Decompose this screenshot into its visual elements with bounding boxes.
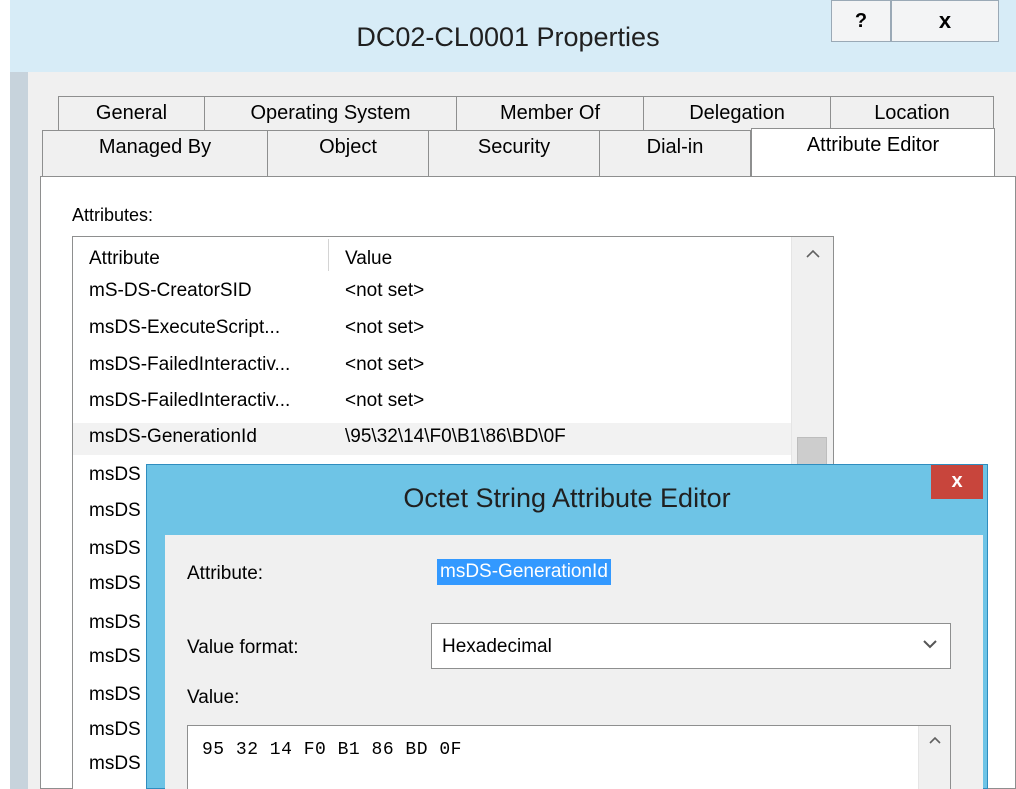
- column-header-attribute[interactable]: Attribute: [89, 248, 160, 270]
- window-frame-left: [10, 72, 28, 789]
- tab-security[interactable]: Security: [428, 130, 600, 176]
- tab-location[interactable]: Location: [830, 96, 994, 130]
- tab-member-of[interactable]: Member Of: [456, 96, 644, 130]
- table-row[interactable]: mS-DS-CreatorSID <not set>: [73, 277, 793, 309]
- attribute-value: <not set>: [345, 317, 425, 338]
- column-divider[interactable]: [328, 239, 329, 271]
- attribute-name: msDS: [89, 719, 141, 740]
- value-text: 95 32 14 F0 B1 86 BD 0F: [202, 740, 462, 760]
- attribute-value: \95\32\14\F0\B1\86\BD\0F: [345, 426, 566, 447]
- chevron-up-icon[interactable]: [919, 732, 950, 748]
- tab-object[interactable]: Object: [267, 130, 429, 176]
- tab-general[interactable]: General: [58, 96, 205, 130]
- table-row[interactable]: msDS-FailedInteractiv... <not set>: [73, 351, 793, 383]
- tab-managed-by[interactable]: Managed By: [42, 130, 268, 176]
- background-window-edge: [0, 0, 10, 789]
- attribute-value: <not set>: [345, 280, 425, 301]
- attribute-name: mS-DS-CreatorSID: [89, 280, 252, 301]
- attribute-name: msDS: [89, 684, 141, 705]
- attribute-name: msDS: [89, 753, 141, 774]
- chevron-up-icon[interactable]: [792, 237, 833, 273]
- scroll-up-arrow: [805, 249, 820, 258]
- attribute-name: msDS: [89, 573, 141, 594]
- attribute-name: msDS-FailedInteractiv...: [89, 354, 291, 375]
- close-button[interactable]: x: [891, 0, 999, 42]
- attribute-label: Attribute:: [187, 563, 264, 584]
- help-button[interactable]: ?: [831, 0, 891, 42]
- table-row[interactable]: msDS-FailedInteractiv... <not set>: [73, 387, 793, 419]
- value-label: Value:: [187, 687, 240, 708]
- value-textarea[interactable]: 95 32 14 F0 B1 86 BD 0F: [187, 725, 951, 789]
- dropdown-arrow: [923, 640, 937, 649]
- attributes-label: Attributes:: [72, 205, 154, 225]
- value-format-selected: Hexadecimal: [442, 636, 552, 657]
- attribute-name: msDS: [89, 538, 141, 559]
- value-scrollbar[interactable]: [918, 726, 950, 789]
- attribute-name: msDS: [89, 500, 141, 521]
- attribute-name: msDS-ExecuteScript...: [89, 317, 281, 338]
- attribute-name: msDS: [89, 646, 141, 667]
- table-row-selected[interactable]: msDS-GenerationId \95\32\14\F0\B1\86\BD\0…: [73, 423, 793, 455]
- tab-delegation[interactable]: Delegation: [643, 96, 831, 130]
- dialog-body: Attribute: msDS-GenerationId Value forma…: [165, 535, 983, 789]
- attribute-name: msDS-GenerationId: [89, 426, 257, 447]
- attribute-name: msDS-FailedInteractiv...: [89, 390, 291, 411]
- scroll-up-arrow: [928, 736, 941, 744]
- dialog-title: Octet String Attribute Editor: [403, 483, 731, 513]
- attribute-value: <not set>: [345, 390, 425, 411]
- attribute-value: <not set>: [345, 354, 425, 375]
- value-format-label: Value format:: [187, 637, 299, 658]
- attribute-list-header: Attribute Value: [73, 237, 793, 273]
- tab-attribute-editor[interactable]: Attribute Editor: [751, 128, 995, 176]
- attribute-name-field[interactable]: msDS-GenerationId: [437, 559, 611, 585]
- attribute-name: msDS: [89, 612, 141, 633]
- tab-dial-in[interactable]: Dial-in: [599, 130, 751, 176]
- chevron-down-icon[interactable]: [922, 634, 938, 655]
- column-header-value[interactable]: Value: [345, 248, 392, 270]
- properties-titlebar: DC02-CL0001 Properties ? x: [0, 0, 1016, 72]
- tab-operating-system[interactable]: Operating System: [204, 96, 457, 130]
- attribute-name: msDS: [89, 464, 141, 485]
- value-format-dropdown[interactable]: Hexadecimal: [431, 623, 951, 669]
- octet-string-editor-dialog: Octet String Attribute Editor x Attribut…: [146, 464, 988, 789]
- dialog-close-button[interactable]: x: [931, 465, 983, 499]
- table-row[interactable]: msDS-ExecuteScript... <not set>: [73, 314, 793, 346]
